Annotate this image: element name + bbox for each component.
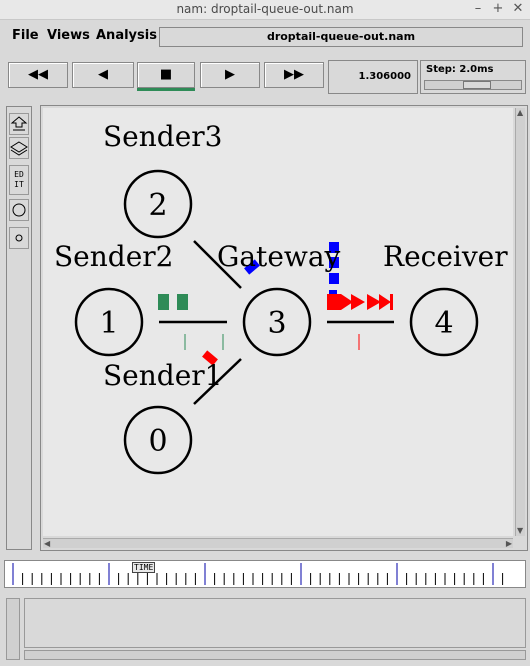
time-display: 1.306000 <box>328 60 418 94</box>
tool-panel: ED IT <box>6 106 32 550</box>
move-tool[interactable] <box>9 137 29 159</box>
step-back-button[interactable]: ◀ <box>72 62 134 88</box>
menu-analysis[interactable]: Analysis <box>96 28 157 43</box>
node-0-label: Sender1 <box>103 359 222 392</box>
maximize-button[interactable]: + <box>490 1 506 17</box>
scroll-right-icon[interactable]: ▶ <box>506 539 512 549</box>
annotation-vertical-scrollbar[interactable] <box>6 598 20 660</box>
annotation-horizontal-scrollbar[interactable] <box>24 650 526 660</box>
small-node-tool[interactable] <box>9 227 29 249</box>
node-3-id: 3 <box>267 306 286 341</box>
annotation-list[interactable] <box>24 598 526 648</box>
timeline-ticks <box>12 563 504 585</box>
node-4-id: 4 <box>434 306 453 341</box>
node-3-label: Gateway <box>217 240 341 273</box>
node-4-label: Receiver <box>383 240 508 273</box>
canvas-horizontal-scrollbar[interactable]: ◀ ▶ <box>43 538 513 548</box>
node-2-id: 2 <box>148 188 167 223</box>
packet-red <box>379 294 391 310</box>
minimize-button[interactable]: – <box>470 1 486 17</box>
node-1-label: Sender2 <box>54 240 173 273</box>
packet-blue <box>329 273 339 284</box>
step-slider[interactable] <box>424 80 522 90</box>
select-tool[interactable] <box>9 113 29 135</box>
step-control: Step: 2.0ms <box>420 60 526 94</box>
annotation-panel <box>4 598 526 662</box>
scroll-up-icon[interactable]: ▲ <box>517 108 523 118</box>
queue-packet <box>177 294 188 310</box>
node-1-id: 1 <box>99 306 118 341</box>
packet-red <box>390 294 393 310</box>
pointer-icon <box>10 116 28 131</box>
node-2-label: Sender3 <box>103 120 222 153</box>
network-canvas[interactable]: 2 1 3 4 0 Sender3 Sender2 Gateway Receiv… <box>43 108 513 536</box>
window-title: nam: droptail-queue-out.nam <box>176 2 354 16</box>
play-button[interactable]: ▶ <box>200 62 260 88</box>
fast-forward-button[interactable]: ▶▶ <box>264 62 324 88</box>
scroll-down-icon[interactable]: ▼ <box>517 526 523 536</box>
small-circle-icon <box>15 234 23 242</box>
stop-button[interactable]: ■ <box>137 62 195 88</box>
time-slider-thumb[interactable]: TIME <box>132 562 156 573</box>
title-bar: nam: droptail-queue-out.nam – + ✕ <box>0 0 530 20</box>
stop-active-indicator <box>137 88 195 91</box>
queue-packet <box>158 294 169 310</box>
layers-icon <box>10 141 28 156</box>
scroll-left-icon[interactable]: ◀ <box>44 539 50 549</box>
node-0-id: 0 <box>148 424 167 459</box>
packet-red <box>367 294 381 310</box>
packet-red <box>351 294 365 310</box>
step-slider-thumb[interactable] <box>463 81 491 89</box>
rewind-button[interactable]: ◀◀ <box>8 62 68 88</box>
canvas-vertical-scrollbar[interactable]: ▲ ▼ <box>515 108 525 536</box>
menu-views[interactable]: Views <box>47 28 90 43</box>
node-tool[interactable] <box>9 199 29 221</box>
step-label: Step: 2.0ms <box>426 64 494 75</box>
timeline-slider[interactable]: TIME <box>4 560 526 588</box>
menu-file[interactable]: File <box>12 28 39 43</box>
network-diagram: 2 1 3 4 0 Sender3 Sender2 Gateway Receiv… <box>54 120 508 475</box>
edit-tool[interactable]: ED IT <box>9 165 29 195</box>
filename-display: droptail-queue-out.nam <box>159 27 523 47</box>
packet-red <box>327 294 353 310</box>
close-button[interactable]: ✕ <box>510 1 526 17</box>
nam-window: nam: droptail-queue-out.nam – + ✕ File V… <box>0 0 530 666</box>
canvas-frame: 2 1 3 4 0 Sender3 Sender2 Gateway Receiv… <box>40 105 528 551</box>
circle-icon <box>12 203 26 217</box>
